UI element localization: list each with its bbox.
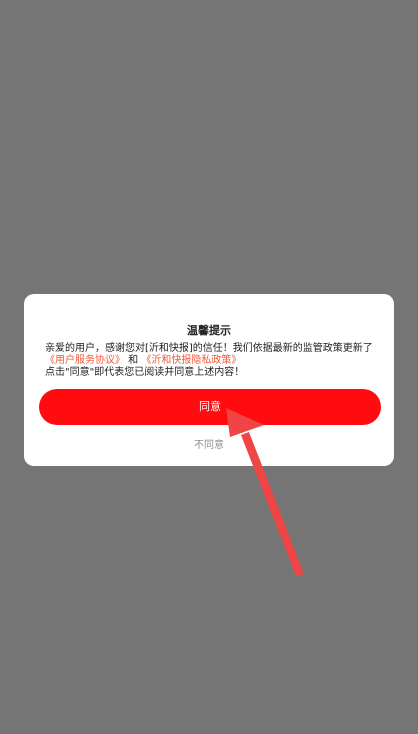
agree-button[interactable]: 同意 (39, 389, 381, 425)
disagree-button[interactable]: 不同意 (24, 439, 394, 453)
message-line-2: 《用户服务协议》 和 《沂和快报隐私政策》 (45, 355, 375, 367)
dialog-title: 温馨提示 (187, 324, 231, 337)
dialog-message: 亲爱的用户，感谢您对[沂和快报]的信任！我们依据最新的监管政策更新了 《用户服务… (45, 343, 375, 379)
privacy-policy-link[interactable]: 《沂和快报隐私政策》 (141, 355, 241, 366)
terms-link[interactable]: 《用户服务协议》 (45, 355, 125, 366)
message-line-1: 亲爱的用户，感谢您对[沂和快报]的信任！我们依据最新的监管政策更新了 (45, 343, 373, 354)
and-text: 和 (125, 355, 142, 366)
privacy-dialog: 温馨提示 亲爱的用户，感谢您对[沂和快报]的信任！我们依据最新的监管政策更新了 … (24, 294, 394, 466)
message-line-3: 点击"同意"即代表您已阅读并同意上述内容！ (45, 367, 245, 378)
